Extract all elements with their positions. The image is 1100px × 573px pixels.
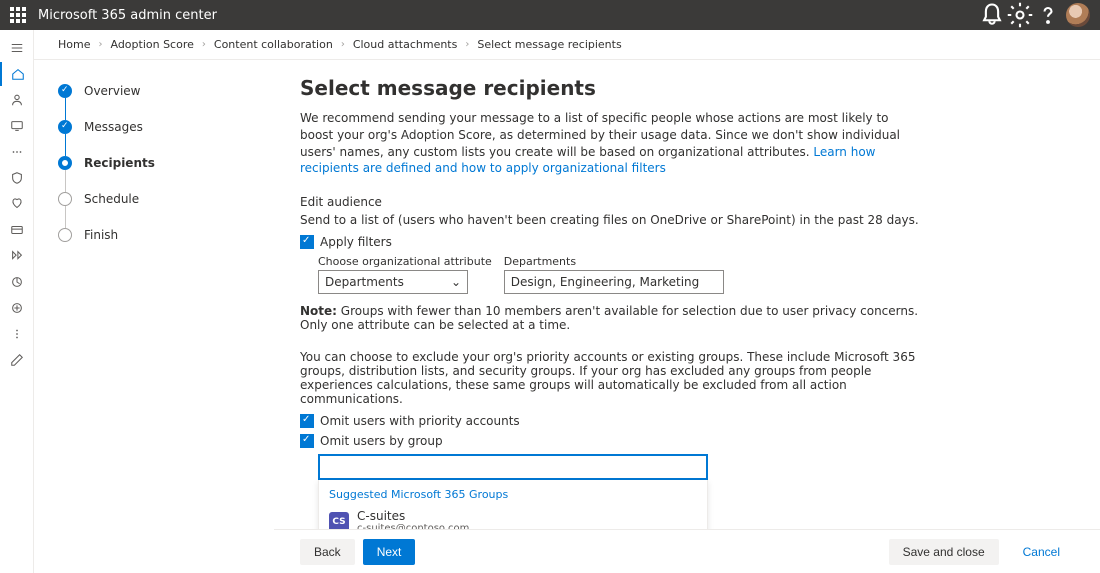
nav-health-icon[interactable] (0, 192, 34, 216)
label-omit-priority: Omit users with priority accounts (320, 414, 520, 428)
step-label: Finish (84, 228, 118, 242)
breadcrumb: Home › Adoption Score › Content collaborat… (34, 30, 1100, 60)
step-messages[interactable]: Messages (58, 120, 274, 156)
page-title: Select message recipients (300, 76, 1074, 100)
nav-setup-icon[interactable] (0, 244, 34, 268)
input-departments[interactable]: Design, Engineering, Marketing (504, 270, 724, 294)
nav-home-icon[interactable] (0, 62, 34, 86)
checkbox-apply-filters[interactable] (300, 235, 314, 249)
back-button[interactable]: Back (300, 539, 355, 565)
label-choose-attribute: Choose organizational attribute (318, 255, 492, 268)
crumb-2[interactable]: Content collaboration (214, 38, 333, 51)
edit-audience-heading: Edit audience (300, 195, 940, 209)
note-label: Note: (300, 304, 337, 318)
crumb-0[interactable]: Home (58, 38, 90, 51)
page-intro: We recommend sending your message to a l… (300, 110, 920, 177)
step-label: Overview (84, 84, 141, 98)
top-bar: Microsoft 365 admin center (0, 0, 1100, 30)
nav-show-all-icon[interactable] (0, 322, 34, 346)
send-to-text: Send to a list of (users who haven't bee… (300, 213, 940, 227)
nav-billing-icon[interactable] (0, 218, 34, 242)
nav-users-icon[interactable] (0, 88, 34, 112)
chevron-right-icon: › (465, 39, 469, 50)
step-finish[interactable]: Finish (58, 228, 274, 242)
label-departments: Departments (504, 255, 724, 268)
dropdown-org-attribute[interactable]: Departments ⌄ (318, 270, 468, 294)
nav-toggle-icon[interactable] (0, 36, 34, 60)
dropdown-value: Departments (325, 275, 404, 289)
nav-other-icon[interactable] (0, 296, 34, 320)
step-recipients[interactable]: Recipients (58, 156, 274, 192)
step-label: Recipients (84, 156, 155, 170)
settings-icon[interactable] (1006, 1, 1034, 29)
crumb-4: Select message recipients (477, 38, 621, 51)
nav-rail (0, 30, 34, 573)
group-search-field[interactable] (320, 456, 706, 478)
wizard-footer: Back Next Save and close Cancel (274, 529, 1100, 573)
step-dot (58, 192, 72, 206)
step-dot (58, 120, 72, 134)
app-launcher-icon[interactable] (10, 7, 26, 23)
nav-more-icon[interactable] (0, 140, 34, 164)
chevron-right-icon: › (341, 39, 345, 50)
step-label: Schedule (84, 192, 139, 206)
nav-reports-icon[interactable] (0, 270, 34, 294)
checkbox-omit-group[interactable] (300, 434, 314, 448)
wizard-stepper: Overview Messages Recipients Schedule Finish (34, 60, 274, 573)
suggestion-header: Suggested Microsoft 365 Groups (319, 480, 707, 505)
nav-security-icon[interactable] (0, 166, 34, 190)
step-dot (58, 156, 72, 170)
checkbox-omit-priority[interactable] (300, 414, 314, 428)
input-group-search[interactable] (318, 454, 708, 480)
chevron-down-icon: ⌄ (451, 275, 461, 289)
chevron-right-icon: › (202, 39, 206, 50)
crumb-1[interactable]: Adoption Score (110, 38, 193, 51)
step-dot (58, 228, 72, 242)
step-overview[interactable]: Overview (58, 84, 274, 120)
step-label: Messages (84, 120, 143, 134)
app-title: Microsoft 365 admin center (38, 8, 217, 23)
step-schedule[interactable]: Schedule (58, 192, 274, 228)
cancel-button[interactable]: Cancel (1009, 539, 1074, 565)
page-content: Select message recipients We recommend s… (274, 60, 1100, 573)
group-name: C-suites (357, 509, 469, 523)
exclude-paragraph: You can choose to exclude your org's pri… (300, 350, 940, 406)
chevron-right-icon: › (98, 39, 102, 50)
label-apply-filters: Apply filters (320, 235, 392, 249)
label-omit-group: Omit users by group (320, 434, 443, 448)
help-icon[interactable] (1034, 1, 1062, 29)
nav-edit-icon[interactable] (0, 348, 34, 372)
next-button[interactable]: Next (363, 539, 416, 565)
step-dot (58, 84, 72, 98)
crumb-3[interactable]: Cloud attachments (353, 38, 458, 51)
note-text: Note: Groups with fewer than 10 members … (300, 304, 940, 332)
nav-devices-icon[interactable] (0, 114, 34, 138)
account-avatar[interactable] (1066, 3, 1090, 27)
save-and-close-button[interactable]: Save and close (889, 539, 999, 565)
notifications-icon[interactable] (978, 1, 1006, 29)
intro-text: We recommend sending your message to a l… (300, 111, 900, 159)
note-body: Groups with fewer than 10 members aren't… (300, 304, 918, 332)
departments-value: Design, Engineering, Marketing (511, 275, 700, 289)
